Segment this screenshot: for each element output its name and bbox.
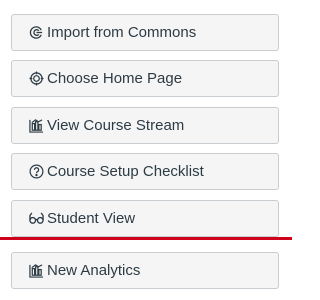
- button-label: Choose Home Page: [47, 70, 183, 87]
- student-view-button[interactable]: Student View: [11, 200, 279, 237]
- choose-home-page-button[interactable]: Choose Home Page: [11, 60, 279, 97]
- button-label: Course Setup Checklist: [47, 163, 204, 180]
- course-sidebar-buttons: Import from Commons Choose Home Page Vie…: [0, 0, 292, 300]
- course-setup-checklist-button[interactable]: Course Setup Checklist: [11, 153, 279, 190]
- button-label: Student View: [47, 210, 136, 227]
- analytics-icon: [28, 263, 44, 279]
- target-icon: [28, 71, 44, 87]
- import-commons-icon: [28, 25, 44, 41]
- import-from-commons-button[interactable]: Import from Commons: [11, 14, 279, 51]
- view-course-stream-button[interactable]: View Course Stream: [11, 107, 279, 144]
- highlight-line: [0, 237, 292, 240]
- button-label: View Course Stream: [47, 117, 185, 134]
- new-analytics-button[interactable]: New Analytics: [11, 252, 279, 289]
- button-label: New Analytics: [47, 262, 141, 279]
- stream-icon: [28, 118, 44, 134]
- glasses-icon: [28, 211, 44, 227]
- button-label: Import from Commons: [47, 24, 197, 41]
- question-circle-icon: [28, 164, 44, 180]
